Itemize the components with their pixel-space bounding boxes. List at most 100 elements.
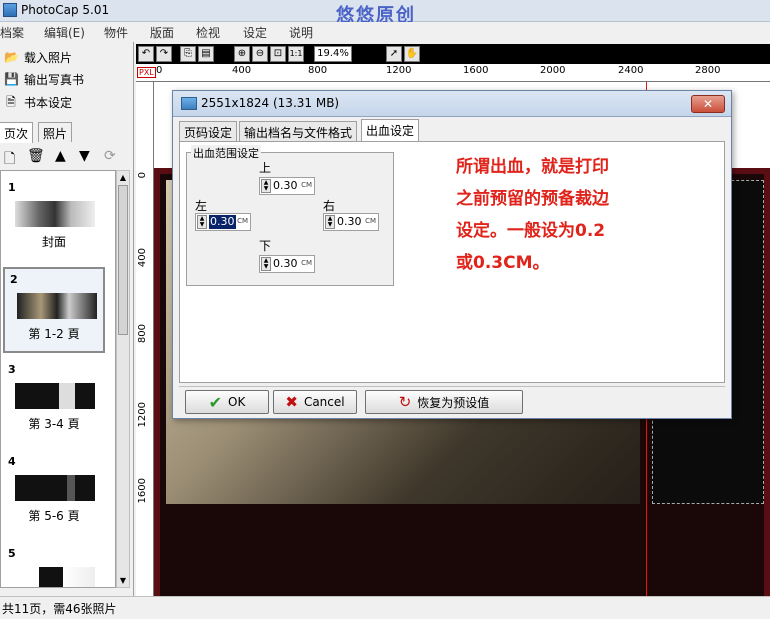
menu-edit[interactable]: 编辑(E) bbox=[44, 24, 85, 41]
thumbnail-label: 第 3-4 頁 bbox=[28, 417, 80, 431]
tab-photos[interactable]: 照片 bbox=[38, 122, 73, 142]
app-icon bbox=[3, 3, 17, 17]
actual-size-icon[interactable]: 1:1 bbox=[288, 46, 304, 62]
thumbnail-page-next[interactable]: 5 bbox=[3, 543, 105, 587]
book-settings-button[interactable]: 🗎 书本设定 bbox=[4, 92, 72, 112]
export-book-button[interactable]: 💾 输出写真书 bbox=[4, 69, 84, 89]
note-line: 之前预留的预备裁边 bbox=[456, 189, 609, 209]
move-down-icon[interactable]: ▼ bbox=[79, 148, 90, 164]
thumbnail-list[interactable]: 1 封面 2 第 1-2 頁 3 第 3-4 頁 4 第 5-6 頁 5 bbox=[0, 170, 116, 588]
top-label: 上 bbox=[259, 161, 272, 175]
thumbnail-image bbox=[17, 293, 97, 319]
checkmark-icon: ✔ bbox=[208, 392, 223, 412]
menu-bar: 档案 编辑(E) 物件 版面 检视 设定 说明 bbox=[0, 22, 770, 42]
bleed-range-group: 出血范围设定 上 ▲ ▼ 0.30 CM 左 ▲ ▼ 0.30 CM 右 ▲ ▼ 0.… bbox=[186, 145, 394, 286]
tab-bleed[interactable]: 出血设定 bbox=[361, 119, 420, 142]
move-up-icon[interactable]: ▲ bbox=[55, 148, 66, 164]
menu-help[interactable]: 说明 bbox=[289, 24, 313, 41]
bottom-margin-spinner[interactable]: ▲ ▼ 0.30 CM bbox=[259, 255, 315, 273]
bottom-label: 下 bbox=[259, 239, 272, 253]
right-margin-value[interactable]: 0.30 bbox=[337, 215, 362, 229]
load-photos-button[interactable]: 📂 载入照片 bbox=[4, 47, 72, 67]
spinner-arrows-icon[interactable]: ▲ ▼ bbox=[261, 257, 271, 271]
thumbnail-number: 3 bbox=[8, 363, 16, 376]
thumbnail-scrollbar[interactable]: ▲ ▼ bbox=[116, 170, 130, 588]
top-margin-value[interactable]: 0.30 bbox=[273, 179, 298, 193]
view-toolbar: ↶ ↷ ⎘ ▤ ⊕ ⊖ ⊡ 1:1 19.4% ➚ ✋ bbox=[136, 44, 770, 64]
delete-icon[interactable]: 🗑 bbox=[27, 148, 45, 164]
thumbnail-page-5-6[interactable]: 4 第 5-6 頁 bbox=[3, 451, 105, 537]
zoom-out-icon[interactable]: ⊖ bbox=[252, 46, 268, 62]
scroll-up-icon[interactable]: ▲ bbox=[118, 173, 128, 182]
unit-label: CM bbox=[301, 181, 312, 189]
zoom-in-icon[interactable]: ⊕ bbox=[234, 46, 250, 62]
book-settings-label: 书本设定 bbox=[24, 95, 73, 110]
thumbnail-page-1-2[interactable]: 2 第 1-2 頁 bbox=[3, 267, 105, 353]
right-margin-spinner[interactable]: ▲ ▼ 0.30 CM bbox=[323, 213, 379, 231]
unit-label: CM bbox=[365, 217, 376, 225]
cancel-label: Cancel bbox=[303, 395, 345, 409]
thumbnail-toolbar: 🗋 🗑 ▲ ▼ ⟳ bbox=[0, 146, 134, 168]
fit-icon[interactable]: ⊡ bbox=[270, 46, 286, 62]
cancel-button[interactable]: ✖ Cancel bbox=[273, 390, 357, 414]
copy-icon[interactable]: ⎘ bbox=[180, 46, 196, 62]
tab-output-format[interactable]: 输出档名与文件格式 bbox=[239, 121, 358, 141]
thumbnail-label: 封面 bbox=[41, 235, 66, 249]
status-text: 共11页，需46张照片 bbox=[2, 602, 117, 616]
ruler-tick: 800 bbox=[308, 65, 328, 76]
dialog-buttons: ✔ OK ✖ Cancel ↻ 恢复为预设值 bbox=[179, 386, 725, 416]
menu-view[interactable]: 检视 bbox=[196, 24, 220, 41]
spinner-arrows-icon[interactable]: ▲ ▼ bbox=[197, 215, 207, 229]
zoom-level[interactable]: 19.4% bbox=[314, 46, 352, 62]
left-margin-spinner[interactable]: ▲ ▼ 0.30 CM bbox=[195, 213, 251, 231]
pointer-icon[interactable]: ➚ bbox=[386, 46, 402, 62]
ruler-tick: 2000 bbox=[540, 65, 566, 76]
tab-pages[interactable]: 页次 bbox=[0, 122, 34, 143]
close-button[interactable]: ✕ bbox=[691, 95, 725, 113]
thumbnail-cover[interactable]: 1 封面 bbox=[3, 177, 105, 263]
menu-file[interactable]: 档案 bbox=[0, 24, 24, 41]
image-icon bbox=[181, 97, 197, 110]
bottom-margin-value[interactable]: 0.30 bbox=[273, 257, 298, 271]
redo-icon[interactable]: ↷ bbox=[156, 46, 172, 62]
reset-defaults-button[interactable]: ↻ 恢复为预设值 bbox=[365, 390, 523, 414]
undo-icon[interactable]: ↶ bbox=[138, 46, 154, 62]
scroll-down-icon[interactable]: ▼ bbox=[118, 576, 128, 585]
spinner-arrows-icon[interactable]: ▲ ▼ bbox=[325, 215, 335, 229]
ok-button[interactable]: ✔ OK bbox=[185, 390, 269, 414]
menu-layout[interactable]: 版面 bbox=[150, 24, 174, 41]
paste-icon[interactable]: ▤ bbox=[198, 46, 214, 62]
ruler-tick: 1600 bbox=[463, 65, 489, 76]
bleed-settings-dialog: 2551x1824 (13.31 MB) ✕ 页码设定 输出档名与文件格式 出血… bbox=[172, 90, 732, 419]
panel-tabs: 页次 照片 bbox=[0, 122, 134, 143]
status-bar: 共11页，需46张照片 bbox=[0, 596, 770, 619]
thumbnail-number: 2 bbox=[10, 273, 18, 286]
unit-label: CM bbox=[237, 217, 248, 225]
ruler-tick: 400 bbox=[137, 248, 148, 268]
hand-icon[interactable]: ✋ bbox=[404, 46, 420, 62]
thumbnail-number: 5 bbox=[8, 547, 16, 560]
folder-open-icon: 📂 bbox=[4, 50, 19, 64]
ok-label: OK bbox=[228, 395, 246, 409]
menu-settings[interactable]: 设定 bbox=[243, 24, 267, 41]
spinner-arrows-icon[interactable]: ▲ ▼ bbox=[261, 179, 271, 193]
thumbnail-page-3-4[interactable]: 3 第 3-4 頁 bbox=[3, 359, 105, 445]
save-icon: 💾 bbox=[4, 72, 19, 86]
group-title: 出血范围设定 bbox=[191, 145, 261, 161]
ruler-tick: 0 bbox=[156, 65, 163, 76]
note-line: 设定。一般设为0.2 bbox=[456, 221, 606, 241]
scrollbar-thumb[interactable] bbox=[118, 185, 128, 335]
ruler-unit: PXL bbox=[137, 67, 156, 78]
note-line: 或0.3CM。 bbox=[456, 253, 550, 273]
bleed-tab-panel: 出血范围设定 上 ▲ ▼ 0.30 CM 左 ▲ ▼ 0.30 CM 右 ▲ ▼ 0.… bbox=[179, 141, 725, 383]
tab-page-number[interactable]: 页码设定 bbox=[179, 121, 238, 141]
menu-object[interactable]: 物件 bbox=[104, 24, 128, 41]
refresh-icon[interactable]: ⟳ bbox=[104, 148, 116, 164]
new-page-icon[interactable]: 🗋 bbox=[4, 148, 15, 172]
top-margin-spinner[interactable]: ▲ ▼ 0.30 CM bbox=[259, 177, 315, 195]
left-label: 左 bbox=[195, 199, 208, 213]
ruler-tick: 2800 bbox=[695, 65, 721, 76]
dialog-title-bar[interactable]: 2551x1824 (13.31 MB) ✕ bbox=[173, 91, 731, 117]
left-margin-value[interactable]: 0.30 bbox=[209, 215, 236, 229]
thumbnail-image bbox=[15, 567, 95, 587]
